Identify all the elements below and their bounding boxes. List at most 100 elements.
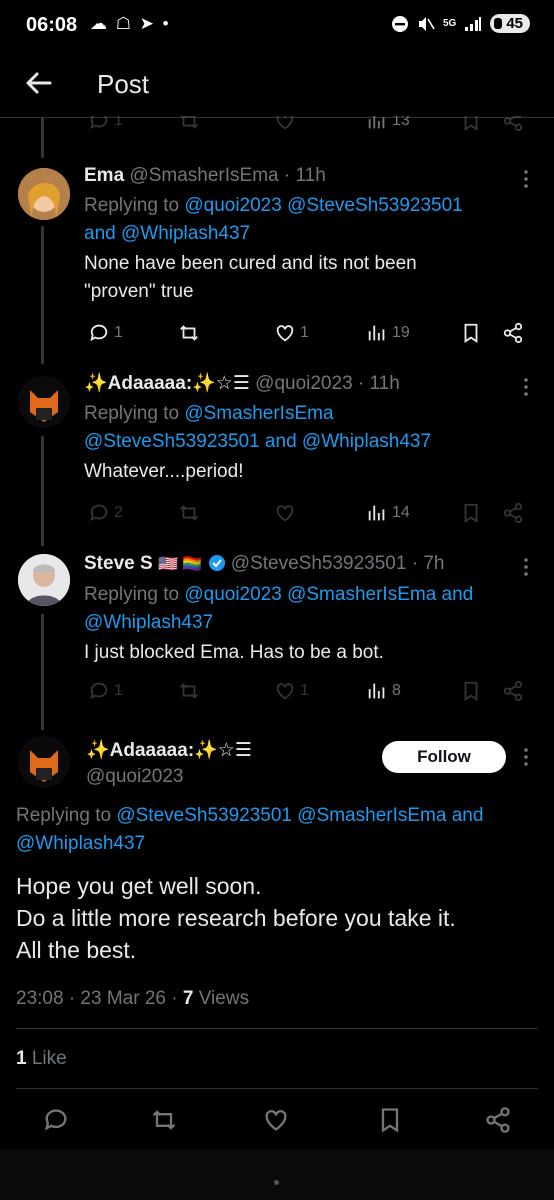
avatar-image bbox=[18, 736, 70, 788]
mute-icon bbox=[418, 16, 435, 31]
heart-icon[interactable] bbox=[262, 1106, 290, 1134]
views-button[interactable]: 14 bbox=[366, 502, 410, 524]
tweet-text: Whatever....period! bbox=[84, 458, 530, 486]
tweet-text-line: I just blocked Ema. Has to be a bot. bbox=[84, 642, 384, 663]
tweet-text-line: "proven" true bbox=[84, 281, 194, 302]
views-count: 19 bbox=[392, 324, 410, 341]
replying-to: Replying to @quoi2023 @SteveSh53923501 a… bbox=[84, 192, 530, 248]
mention-link[interactable]: @Whiplash437 bbox=[84, 612, 213, 633]
like-button[interactable] bbox=[274, 116, 296, 132]
handle-time[interactable]: @SteveSh53923501 · 7h bbox=[231, 553, 445, 574]
share-icon[interactable] bbox=[484, 1106, 512, 1134]
repost-button[interactable] bbox=[178, 322, 200, 344]
repost-icon[interactable] bbox=[150, 1106, 178, 1134]
back-arrow-icon[interactable] bbox=[22, 66, 56, 100]
reply-tweet[interactable]: Ema @SmasherIsEma · 11h Replying to @quo… bbox=[0, 162, 554, 362]
timestamp[interactable]: 23:08 · 23 Mar 26 · bbox=[16, 988, 183, 1009]
more-options-icon[interactable] bbox=[518, 376, 534, 398]
share-button[interactable] bbox=[502, 322, 524, 344]
display-name[interactable]: Steve S bbox=[84, 553, 153, 574]
mention-link[interactable]: @SteveSh53923501 @SmasherIsEma bbox=[116, 805, 446, 826]
tweet-body: Steve S 🇺🇸 🏳️‍🌈 @SteveSh53923501 · 7h Re… bbox=[84, 552, 530, 667]
reply-button[interactable]: 1 bbox=[88, 680, 123, 702]
share-icon bbox=[503, 322, 523, 344]
nav-handle[interactable] bbox=[274, 1180, 279, 1185]
like-button[interactable] bbox=[274, 502, 296, 524]
bookmark-button[interactable] bbox=[460, 680, 482, 702]
like-button[interactable]: 1 bbox=[274, 322, 309, 344]
reply-tweet[interactable]: ✨Adaaaaa:✨☆☰ @quoi2023 · 11h Replying to… bbox=[0, 370, 554, 535]
main-tweet-actions bbox=[0, 1106, 554, 1138]
reply-icon[interactable] bbox=[42, 1106, 70, 1134]
bookmark-button[interactable] bbox=[460, 116, 482, 132]
bookmark-button[interactable] bbox=[460, 322, 482, 344]
avatar[interactable] bbox=[18, 554, 70, 606]
top-app-bar: Post bbox=[0, 52, 554, 118]
tweet-text-line: All the best. bbox=[16, 937, 137, 963]
avatar[interactable] bbox=[18, 168, 70, 220]
views-button[interactable]: 8 bbox=[366, 680, 401, 702]
share-button[interactable] bbox=[502, 116, 524, 132]
follow-button[interactable]: Follow bbox=[382, 741, 506, 773]
like-button[interactable]: 1 bbox=[274, 680, 309, 702]
divider bbox=[16, 1028, 538, 1029]
page-title: Post bbox=[97, 69, 150, 99]
battery-indicator: 45 bbox=[490, 14, 530, 33]
mention-link[interactable]: @Whiplash437 bbox=[16, 833, 145, 854]
replying-label: Replying to bbox=[84, 403, 185, 424]
repost-button[interactable] bbox=[178, 116, 200, 132]
repost-icon bbox=[180, 683, 198, 699]
reply-button[interactable]: 1 bbox=[88, 116, 123, 132]
mention-link[interactable]: @quoi2023 @SteveSh53923501 bbox=[184, 195, 462, 216]
heart-icon bbox=[276, 683, 294, 700]
mention-link[interactable]: @SteveSh53923501 bbox=[84, 431, 260, 452]
views-count: 8 bbox=[392, 682, 401, 699]
reply-count: 2 bbox=[114, 504, 123, 521]
handle[interactable]: @quoi2023 bbox=[86, 764, 252, 790]
display-name[interactable]: Ema bbox=[84, 165, 124, 186]
bookmark-button[interactable] bbox=[460, 502, 482, 524]
mention-link[interactable]: @Whiplash437 bbox=[121, 223, 250, 244]
replying-label: Replying to bbox=[84, 584, 185, 605]
replying-to: Replying to @SmasherIsEma @SteveSh539235… bbox=[84, 400, 530, 456]
heart-icon bbox=[276, 116, 294, 130]
reply-button[interactable]: 2 bbox=[88, 502, 123, 524]
mention-and: and bbox=[446, 805, 484, 826]
reply-button[interactable]: 1 bbox=[88, 322, 123, 344]
avatar-image bbox=[18, 554, 70, 606]
display-name[interactable]: ✨Adaaaaa:✨☆☰ bbox=[86, 738, 252, 764]
more-options-icon[interactable] bbox=[518, 556, 534, 578]
mention-link[interactable]: @Whiplash437 bbox=[302, 431, 431, 452]
bookmark-icon[interactable] bbox=[376, 1106, 404, 1134]
share-button[interactable] bbox=[502, 680, 524, 702]
share-icon bbox=[503, 680, 523, 702]
partial-tweet-actions: 1 13 bbox=[84, 116, 534, 136]
repost-button[interactable] bbox=[178, 502, 200, 524]
mention-link[interactable]: @SmasherIsEma bbox=[184, 403, 333, 424]
thread-line bbox=[41, 118, 44, 158]
divider bbox=[16, 1088, 538, 1089]
repost-button[interactable] bbox=[178, 680, 200, 702]
likes-count: 1 bbox=[16, 1048, 27, 1069]
tweet-actions: 1 1 19 bbox=[84, 322, 534, 350]
handle-time[interactable]: @quoi2023 · 11h bbox=[255, 373, 400, 394]
views-icon bbox=[368, 325, 385, 341]
verified-badge-icon bbox=[208, 555, 225, 571]
reply-icon bbox=[90, 116, 108, 130]
avatar[interactable] bbox=[18, 736, 70, 788]
avatar[interactable] bbox=[18, 376, 70, 428]
likes-summary[interactable]: 1 Like bbox=[16, 1048, 67, 1070]
bookmark-icon bbox=[464, 681, 478, 701]
display-name[interactable]: ✨Adaaaaa:✨☆☰ bbox=[84, 373, 250, 394]
views-button[interactable]: 19 bbox=[366, 322, 410, 344]
handle-time[interactable]: @SmasherIsEma · 11h bbox=[129, 165, 325, 186]
views-icon bbox=[368, 505, 385, 521]
reply-tweet[interactable]: Steve S 🇺🇸 🏳️‍🌈 @SteveSh53923501 · 7h Re… bbox=[0, 550, 554, 715]
avatar-image bbox=[18, 376, 70, 428]
signal-icon bbox=[465, 16, 482, 31]
share-button[interactable] bbox=[502, 502, 524, 524]
more-options-icon[interactable] bbox=[518, 168, 534, 190]
mention-link[interactable]: @quoi2023 @SmasherIsEma bbox=[184, 584, 436, 605]
views-button[interactable]: 13 bbox=[366, 116, 410, 132]
more-options-icon[interactable] bbox=[518, 746, 534, 768]
